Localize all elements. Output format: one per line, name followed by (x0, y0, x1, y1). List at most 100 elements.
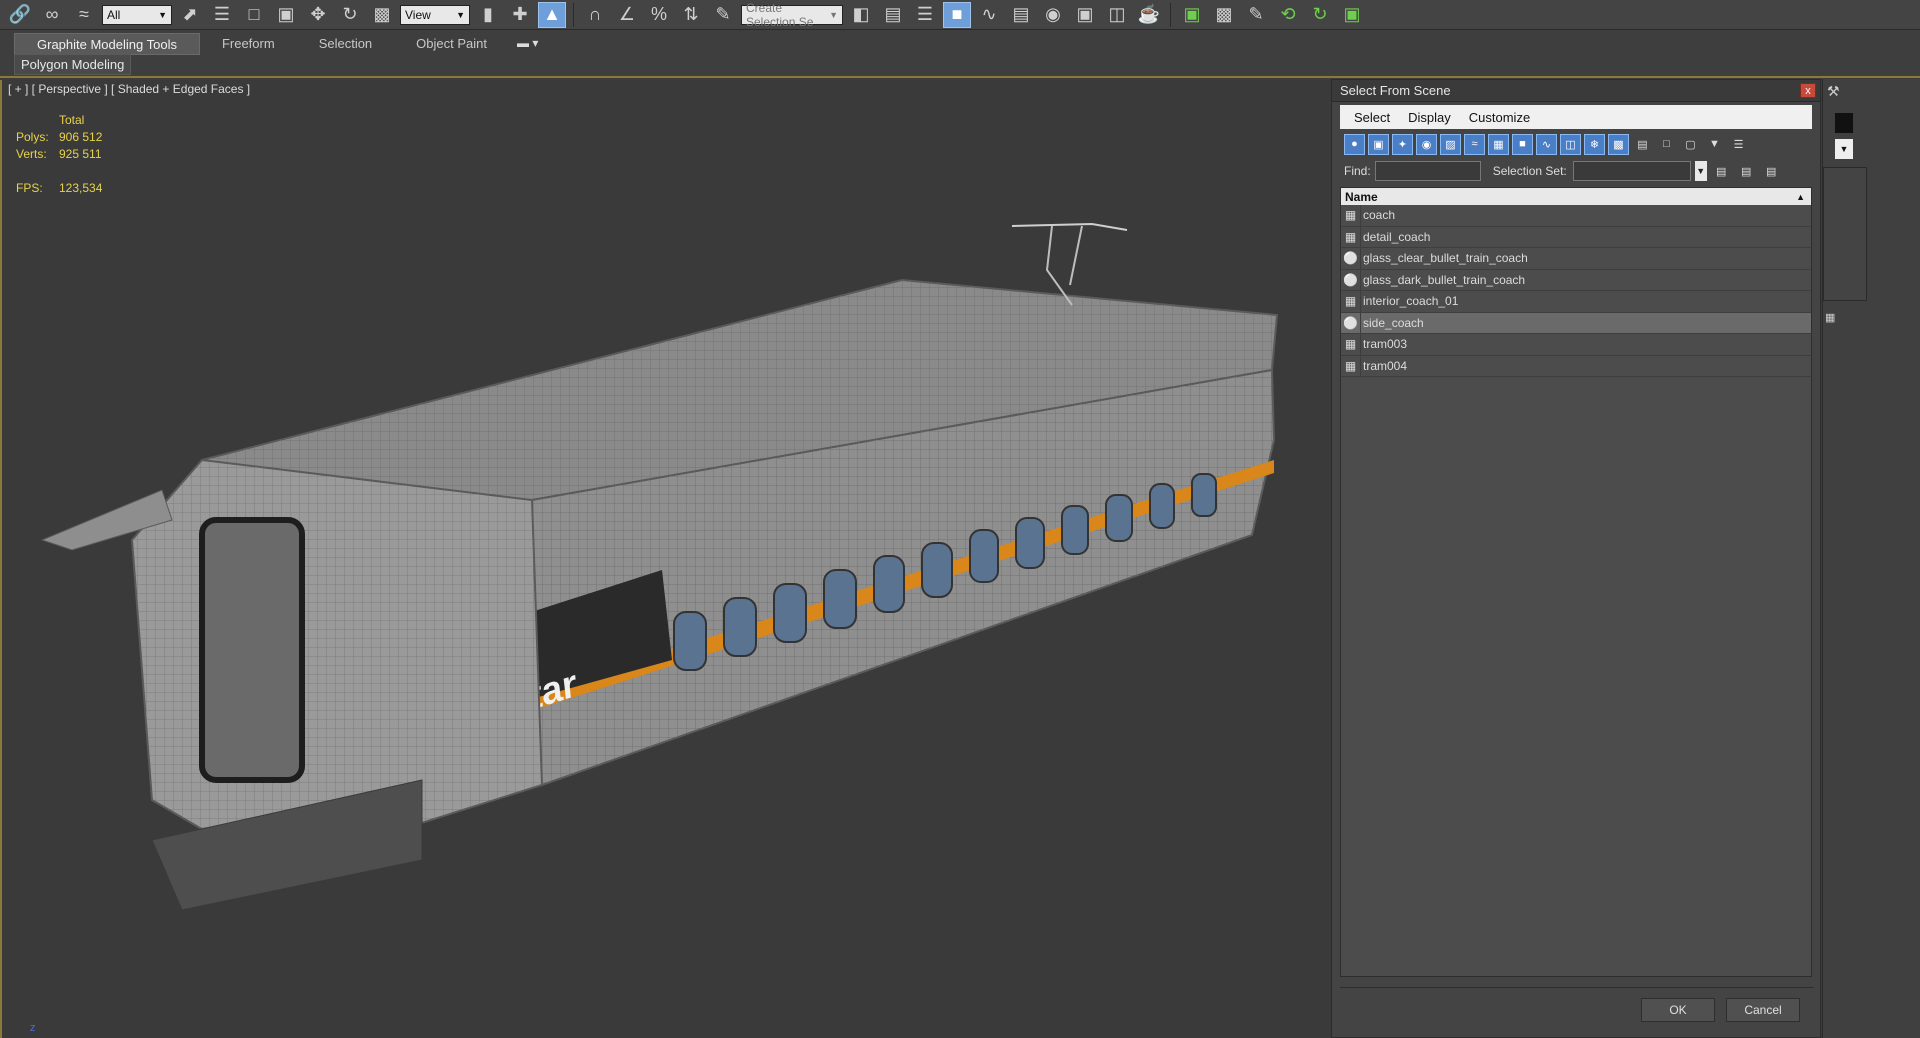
list-item[interactable]: ⚪ glass_dark_bullet_train_coach (1341, 269, 1811, 291)
brush-icon[interactable]: ✎ (1242, 2, 1270, 28)
curve-editor-icon[interactable]: ∿ (975, 2, 1003, 28)
display-invert-icon[interactable]: ▢ (1680, 134, 1701, 155)
ribbon-minimize-toggle[interactable]: ▬ ▾ (509, 33, 546, 55)
cloth-icon[interactable]: ▩ (1210, 2, 1238, 28)
selection-region-icon[interactable]: □ (240, 2, 268, 28)
select-object-icon[interactable]: ⬈ (176, 2, 204, 28)
bind-space-warp-icon[interactable]: ≈ (70, 2, 98, 28)
list-item[interactable]: ▦ detail_coach (1341, 226, 1811, 248)
color-swatch[interactable] (1835, 113, 1853, 133)
panel-dropdown-icon[interactable]: ▼ (1835, 139, 1853, 159)
pantograph (1011, 222, 1128, 231)
display-containers-icon[interactable]: ◫ (1560, 133, 1581, 155)
list-item[interactable]: ▦ tram003 (1341, 333, 1811, 356)
add-to-selection-set-icon[interactable]: ▤ (1736, 161, 1757, 182)
extra-tool-icon[interactable]: ▣ (1178, 2, 1206, 28)
mirror-icon[interactable]: ◧ (847, 2, 875, 28)
list-item[interactable]: ▦ interior_coach_01 (1341, 290, 1811, 313)
tab-object-paint[interactable]: Object Paint (394, 33, 509, 55)
unlink-icon[interactable]: ∞ (38, 2, 66, 28)
display-hidden-icon[interactable]: ▩ (1608, 133, 1629, 155)
cancel-button[interactable]: Cancel (1726, 998, 1800, 1022)
select-by-name-icon[interactable]: ☰ (208, 2, 236, 28)
find-input[interactable] (1374, 161, 1481, 181)
display-spacewarps-icon[interactable]: ≈ (1464, 133, 1485, 155)
script-tool-icon[interactable]: ▣ (1338, 2, 1366, 28)
layer-manager-icon[interactable]: ☰ (911, 2, 939, 28)
name-column-header[interactable]: Name ▲ (1341, 188, 1811, 205)
display-shapes-icon[interactable]: ▣ (1368, 133, 1389, 155)
sphere-icon: ⚪ (1341, 269, 1361, 291)
list-item[interactable]: ▦ tram004 (1341, 355, 1811, 377)
display-lights-icon[interactable]: ✦ (1392, 133, 1413, 155)
display-all-icon[interactable]: ▤ (1632, 134, 1653, 155)
polygon-modeling-panel[interactable]: Polygon Modeling (14, 54, 132, 75)
list-item-name: glass_clear_bullet_train_coach (1363, 251, 1528, 266)
main-toolbar: 🔗 ∞ ≈ All ▼ ⬈ ☰ □ ▣ ✥ ↻ ▩ View ▼ ▮ ✚ ▲ ∩ ∠… (0, 0, 1920, 30)
percent-snap-icon[interactable]: % (645, 2, 673, 28)
render-icon[interactable]: ☕ (1135, 2, 1163, 28)
list-item[interactable]: ⚪ glass_clear_bullet_train_coach (1341, 247, 1811, 270)
edit-named-selection-icon[interactable]: ✎ (709, 2, 737, 28)
spinner-snap-icon[interactable]: ⇅ (677, 2, 705, 28)
command-panel-strip: ⚒ ▼ ▦ (1822, 79, 1920, 1038)
render-setup-icon[interactable]: ▣ (1071, 2, 1099, 28)
graphite-toggle-icon[interactable]: ■ (943, 1, 971, 28)
rotate-icon[interactable]: ↻ (336, 2, 364, 28)
scale-icon[interactable]: ▩ (368, 2, 396, 28)
keyframe-tool-icon[interactable]: ⟲ (1274, 2, 1302, 28)
align-icon[interactable]: ▤ (879, 2, 907, 28)
display-cameras-icon[interactable]: ◉ (1416, 133, 1437, 155)
link-icon[interactable]: 🔗 (6, 2, 34, 28)
display-none-icon[interactable]: □ (1656, 134, 1677, 155)
window-crossing-icon[interactable]: ▣ (272, 2, 300, 28)
selection-set-dropdown-icon[interactable]: ▼ (1694, 161, 1707, 181)
selection-filter-select[interactable]: All ▼ (102, 4, 172, 25)
move-icon[interactable]: ✥ (304, 2, 332, 28)
remove-from-selection-set-icon[interactable]: ▤ (1761, 161, 1782, 182)
display-groups-icon[interactable]: ▦ (1488, 133, 1509, 155)
display-frozen-icon[interactable]: ❄ (1584, 133, 1605, 155)
named-selection-set-select[interactable]: Create Selection Se ▼ (741, 1, 843, 29)
rear-door (199, 517, 305, 783)
ok-button[interactable]: OK (1641, 998, 1715, 1022)
pivot-center-icon[interactable]: ▮ (474, 2, 502, 28)
menu-customize[interactable]: Customize (1469, 110, 1530, 125)
close-button[interactable]: x (1800, 83, 1816, 98)
filter-options-icon[interactable]: ☰ (1728, 134, 1749, 155)
filter-icon[interactable]: ▼ (1704, 134, 1725, 155)
display-xrefs-icon[interactable]: ■ (1512, 133, 1533, 155)
train-model-render[interactable]: Rail Star (2, 80, 1332, 1038)
reference-coordinate-select[interactable]: View ▼ (400, 4, 470, 25)
angle-snap-icon[interactable]: ∠ (613, 2, 641, 28)
list-item-name: glass_dark_bullet_train_coach (1363, 272, 1526, 287)
rendered-frame-icon[interactable]: ◫ (1103, 2, 1131, 28)
scene-object-list[interactable]: Name ▲ ▦ coach ▦ detail_coach ⚪ glass_cle… (1340, 187, 1812, 977)
dialog-button-bar: OK Cancel (1340, 987, 1814, 1029)
schematic-view-icon[interactable]: ▤ (1007, 2, 1035, 28)
menu-display[interactable]: Display (1408, 110, 1451, 125)
keyboard-shortcut-override-icon[interactable]: ▲ (538, 1, 566, 28)
selection-set-input[interactable] (1572, 161, 1691, 181)
dialog-titlebar[interactable]: Select From Scene x (1332, 80, 1820, 102)
tab-graphite-modeling-tools[interactable]: Graphite Modeling Tools (14, 33, 200, 55)
perspective-viewport[interactable]: [ + ] [ Perspective ] [ Shaded + Edged F… (0, 80, 1332, 1038)
tab-freeform[interactable]: Freeform (200, 33, 297, 55)
mesh-icon: ▦ (1341, 204, 1361, 226)
wrench-icon[interactable]: ⚒ (1827, 83, 1840, 100)
tab-selection[interactable]: Selection (297, 33, 394, 55)
command-panel-area (1823, 167, 1867, 301)
display-helpers-icon[interactable]: ▨ (1440, 133, 1461, 155)
menu-select[interactable]: Select (1354, 110, 1390, 125)
display-geometry-icon[interactable]: ● (1344, 133, 1365, 155)
create-selection-set-icon[interactable]: ▤ (1711, 161, 1732, 182)
mesh-icon: ▦ (1341, 333, 1361, 355)
list-item[interactable]: ▦ coach (1341, 204, 1811, 227)
snap-toggle-icon[interactable]: ∩ (581, 2, 609, 28)
select-manipulate-icon[interactable]: ✚ (506, 2, 534, 28)
refresh-tool-icon[interactable]: ↻ (1306, 2, 1334, 28)
material-editor-icon[interactable]: ◉ (1039, 2, 1067, 28)
list-item-selected[interactable]: ⚪ side_coach (1341, 312, 1811, 334)
panel-options-icon[interactable]: ▦ (1825, 311, 1835, 324)
display-bones-icon[interactable]: ∿ (1536, 133, 1557, 155)
